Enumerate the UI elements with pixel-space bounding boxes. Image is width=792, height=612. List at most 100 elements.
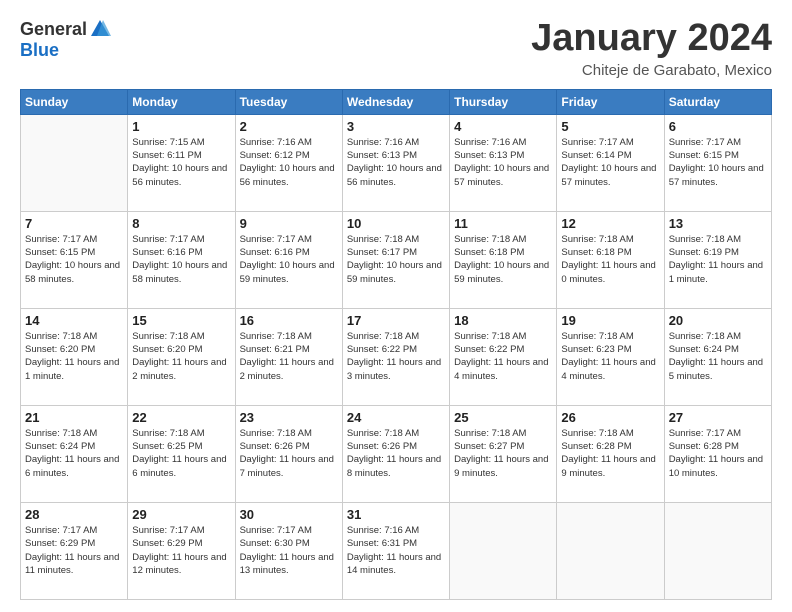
calendar-week-row: 28Sunrise: 7:17 AMSunset: 6:29 PMDayligh… xyxy=(21,502,772,599)
calendar-week-row: 7 Sunrise: 7:17 AMSunset: 6:15 PMDaylight… xyxy=(21,211,772,308)
day-number: 18 xyxy=(454,313,552,328)
calendar-cell: 8 Sunrise: 7:17 AMSunset: 6:16 PMDaylight… xyxy=(128,211,235,308)
calendar-cell: 3 Sunrise: 7:16 AMSunset: 6:13 PMDaylight… xyxy=(342,114,449,211)
calendar-cell: 7 Sunrise: 7:17 AMSunset: 6:15 PMDaylight… xyxy=(21,211,128,308)
calendar-cell: 10 Sunrise: 7:18 AMSunset: 6:17 PMDayligh… xyxy=(342,211,449,308)
day-info: Sunrise: 7:17 AMSunset: 6:16 PMDaylight:… xyxy=(132,233,230,286)
title-section: January 2024 Chiteje de Garabato, Mexico xyxy=(531,18,772,79)
day-number: 7 xyxy=(25,216,123,231)
day-number: 27 xyxy=(669,410,767,425)
day-number: 5 xyxy=(561,119,659,134)
day-number: 19 xyxy=(561,313,659,328)
calendar-cell: 12 Sunrise: 7:18 AMSunset: 6:18 PMDayligh… xyxy=(557,211,664,308)
logo: General Blue xyxy=(20,18,111,61)
day-info: Sunrise: 7:17 AMSunset: 6:16 PMDaylight:… xyxy=(240,233,338,286)
day-info: Sunrise: 7:16 AMSunset: 6:12 PMDaylight:… xyxy=(240,136,338,189)
day-info: Sunrise: 7:18 AMSunset: 6:21 PMDaylight:… xyxy=(240,330,338,383)
header-tuesday: Tuesday xyxy=(235,89,342,114)
day-info: Sunrise: 7:18 AMSunset: 6:18 PMDaylight:… xyxy=(561,233,659,286)
calendar-cell: 2 Sunrise: 7:16 AMSunset: 6:12 PMDaylight… xyxy=(235,114,342,211)
header-sunday: Sunday xyxy=(21,89,128,114)
calendar-week-row: 21 Sunrise: 7:18 AMSunset: 6:24 PMDayligh… xyxy=(21,405,772,502)
calendar-cell: 1Sunrise: 7:15 AMSunset: 6:11 PMDaylight… xyxy=(128,114,235,211)
logo-icon xyxy=(89,18,111,40)
calendar-cell: 11Sunrise: 7:18 AMSunset: 6:18 PMDayligh… xyxy=(450,211,557,308)
day-number: 10 xyxy=(347,216,445,231)
day-number: 6 xyxy=(669,119,767,134)
calendar-cell: 19 Sunrise: 7:18 AMSunset: 6:23 PMDayligh… xyxy=(557,308,664,405)
day-info: Sunrise: 7:18 AMSunset: 6:23 PMDaylight:… xyxy=(561,330,659,383)
day-number: 25 xyxy=(454,410,552,425)
calendar-cell: 25Sunrise: 7:18 AMSunset: 6:27 PMDayligh… xyxy=(450,405,557,502)
day-number: 4 xyxy=(454,119,552,134)
calendar-cell: 23Sunrise: 7:18 AMSunset: 6:26 PMDayligh… xyxy=(235,405,342,502)
day-info: Sunrise: 7:18 AMSunset: 6:22 PMDaylight:… xyxy=(347,330,445,383)
day-info: Sunrise: 7:18 AMSunset: 6:20 PMDaylight:… xyxy=(25,330,123,383)
day-number: 9 xyxy=(240,216,338,231)
day-info: Sunrise: 7:18 AMSunset: 6:28 PMDaylight:… xyxy=(561,427,659,480)
day-info: Sunrise: 7:17 AMSunset: 6:28 PMDaylight:… xyxy=(669,427,767,480)
calendar-cell xyxy=(557,502,664,599)
calendar-cell: 13 Sunrise: 7:18 AMSunset: 6:19 PMDayligh… xyxy=(664,211,771,308)
day-info: Sunrise: 7:18 AMSunset: 6:20 PMDaylight:… xyxy=(132,330,230,383)
day-info: Sunrise: 7:16 AMSunset: 6:31 PMDaylight:… xyxy=(347,524,445,577)
day-number: 15 xyxy=(132,313,230,328)
day-number: 30 xyxy=(240,507,338,522)
day-number: 16 xyxy=(240,313,338,328)
day-info: Sunrise: 7:17 AMSunset: 6:29 PMDaylight:… xyxy=(132,524,230,577)
day-number: 21 xyxy=(25,410,123,425)
calendar-cell xyxy=(450,502,557,599)
day-info: Sunrise: 7:18 AMSunset: 6:17 PMDaylight:… xyxy=(347,233,445,286)
day-info: Sunrise: 7:17 AMSunset: 6:14 PMDaylight:… xyxy=(561,136,659,189)
day-number: 22 xyxy=(132,410,230,425)
calendar-cell: 5 Sunrise: 7:17 AMSunset: 6:14 PMDaylight… xyxy=(557,114,664,211)
calendar-cell: 31 Sunrise: 7:16 AMSunset: 6:31 PMDayligh… xyxy=(342,502,449,599)
day-number: 29 xyxy=(132,507,230,522)
calendar-cell: 4Sunrise: 7:16 AMSunset: 6:13 PMDaylight… xyxy=(450,114,557,211)
calendar-header-row: Sunday Monday Tuesday Wednesday Thursday… xyxy=(21,89,772,114)
day-number: 3 xyxy=(347,119,445,134)
day-info: Sunrise: 7:17 AMSunset: 6:15 PMDaylight:… xyxy=(669,136,767,189)
day-number: 12 xyxy=(561,216,659,231)
logo-general-text: General xyxy=(20,19,87,40)
day-info: Sunrise: 7:18 AMSunset: 6:25 PMDaylight:… xyxy=(132,427,230,480)
day-info: Sunrise: 7:18 AMSunset: 6:22 PMDaylight:… xyxy=(454,330,552,383)
day-info: Sunrise: 7:17 AMSunset: 6:29 PMDaylight:… xyxy=(25,524,123,577)
day-number: 20 xyxy=(669,313,767,328)
day-info: Sunrise: 7:18 AMSunset: 6:18 PMDaylight:… xyxy=(454,233,552,286)
day-number: 14 xyxy=(25,313,123,328)
day-number: 24 xyxy=(347,410,445,425)
calendar-week-row: 14 Sunrise: 7:18 AMSunset: 6:20 PMDayligh… xyxy=(21,308,772,405)
header-saturday: Saturday xyxy=(664,89,771,114)
day-number: 13 xyxy=(669,216,767,231)
day-info: Sunrise: 7:18 AMSunset: 6:19 PMDaylight:… xyxy=(669,233,767,286)
header-thursday: Thursday xyxy=(450,89,557,114)
calendar-cell: 28Sunrise: 7:17 AMSunset: 6:29 PMDayligh… xyxy=(21,502,128,599)
calendar-table: Sunday Monday Tuesday Wednesday Thursday… xyxy=(20,89,772,600)
calendar-cell xyxy=(664,502,771,599)
header-wednesday: Wednesday xyxy=(342,89,449,114)
day-info: Sunrise: 7:16 AMSunset: 6:13 PMDaylight:… xyxy=(347,136,445,189)
day-info: Sunrise: 7:17 AMSunset: 6:15 PMDaylight:… xyxy=(25,233,123,286)
calendar-cell: 21 Sunrise: 7:18 AMSunset: 6:24 PMDayligh… xyxy=(21,405,128,502)
header-monday: Monday xyxy=(128,89,235,114)
calendar-cell: 30Sunrise: 7:17 AMSunset: 6:30 PMDayligh… xyxy=(235,502,342,599)
calendar-cell: 24Sunrise: 7:18 AMSunset: 6:26 PMDayligh… xyxy=(342,405,449,502)
day-number: 17 xyxy=(347,313,445,328)
day-number: 2 xyxy=(240,119,338,134)
calendar-cell: 9 Sunrise: 7:17 AMSunset: 6:16 PMDaylight… xyxy=(235,211,342,308)
calendar-cell: 16 Sunrise: 7:18 AMSunset: 6:21 PMDayligh… xyxy=(235,308,342,405)
page: General Blue January 2024 Chiteje de Gar… xyxy=(0,0,792,612)
calendar-cell: 6 Sunrise: 7:17 AMSunset: 6:15 PMDaylight… xyxy=(664,114,771,211)
calendar-week-row: 1Sunrise: 7:15 AMSunset: 6:11 PMDaylight… xyxy=(21,114,772,211)
day-number: 23 xyxy=(240,410,338,425)
day-number: 26 xyxy=(561,410,659,425)
calendar-cell: 17 Sunrise: 7:18 AMSunset: 6:22 PMDayligh… xyxy=(342,308,449,405)
logo-blue-text: Blue xyxy=(20,40,59,61)
day-number: 31 xyxy=(347,507,445,522)
day-info: Sunrise: 7:18 AMSunset: 6:24 PMDaylight:… xyxy=(25,427,123,480)
header: General Blue January 2024 Chiteje de Gar… xyxy=(20,18,772,79)
calendar-cell xyxy=(21,114,128,211)
day-number: 8 xyxy=(132,216,230,231)
calendar-cell: 26 Sunrise: 7:18 AMSunset: 6:28 PMDayligh… xyxy=(557,405,664,502)
